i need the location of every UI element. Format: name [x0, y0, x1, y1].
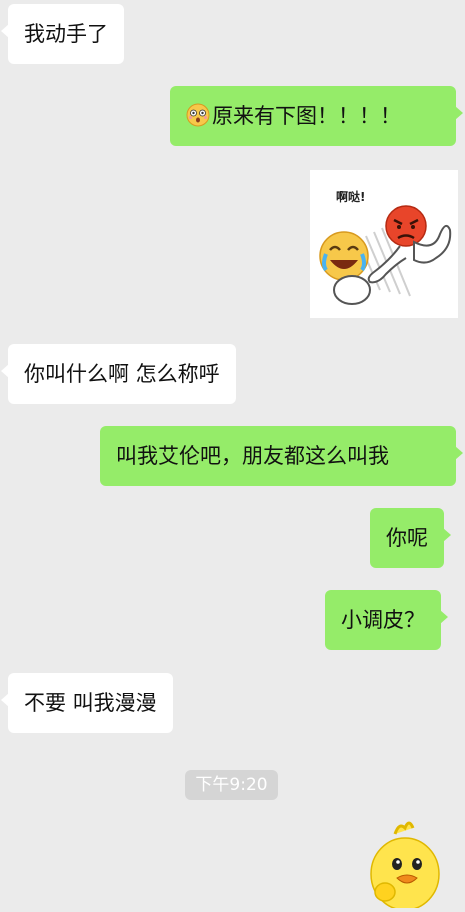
message-bubble-received[interactable]: 你叫什么啊 怎么称呼 — [1, 344, 236, 404]
message-text: 不要 叫我漫漫 — [24, 691, 157, 715]
sticker-message[interactable]: 啊哒! — [310, 170, 458, 318]
message-text: 原来有下图！！！！ — [212, 104, 401, 128]
message-bubble-sent[interactable]: 小调皮？ — [325, 590, 448, 650]
kick-sticker-icon — [319, 205, 452, 305]
message-bubble-received[interactable]: 我动手了 — [1, 4, 124, 64]
sticker-caption: 啊哒! — [336, 190, 366, 204]
surprised-face-icon — [186, 103, 210, 127]
message-bubble-sent[interactable]: 叫我艾伦吧，朋友都这么叫我 — [100, 426, 463, 486]
yellow-duck-icon — [370, 821, 440, 911]
message-text: 小调皮？ — [341, 608, 425, 632]
message-bubble-sent[interactable]: 原来有下图！！！！ — [170, 86, 463, 146]
message-bubble-sent[interactable]: 你呢 — [370, 508, 451, 568]
message-text: 叫我艾伦吧，朋友都这么叫我 — [116, 444, 389, 468]
message-bubble-received[interactable]: 不要 叫我漫漫 — [1, 673, 173, 733]
message-text: 你呢 — [386, 526, 428, 550]
message-text: 我动手了 — [24, 22, 108, 46]
timestamp: 下午9:20 — [185, 770, 278, 800]
message-text: 你叫什么啊 怎么称呼 — [24, 362, 220, 386]
duck-sticker[interactable] — [365, 818, 445, 911]
